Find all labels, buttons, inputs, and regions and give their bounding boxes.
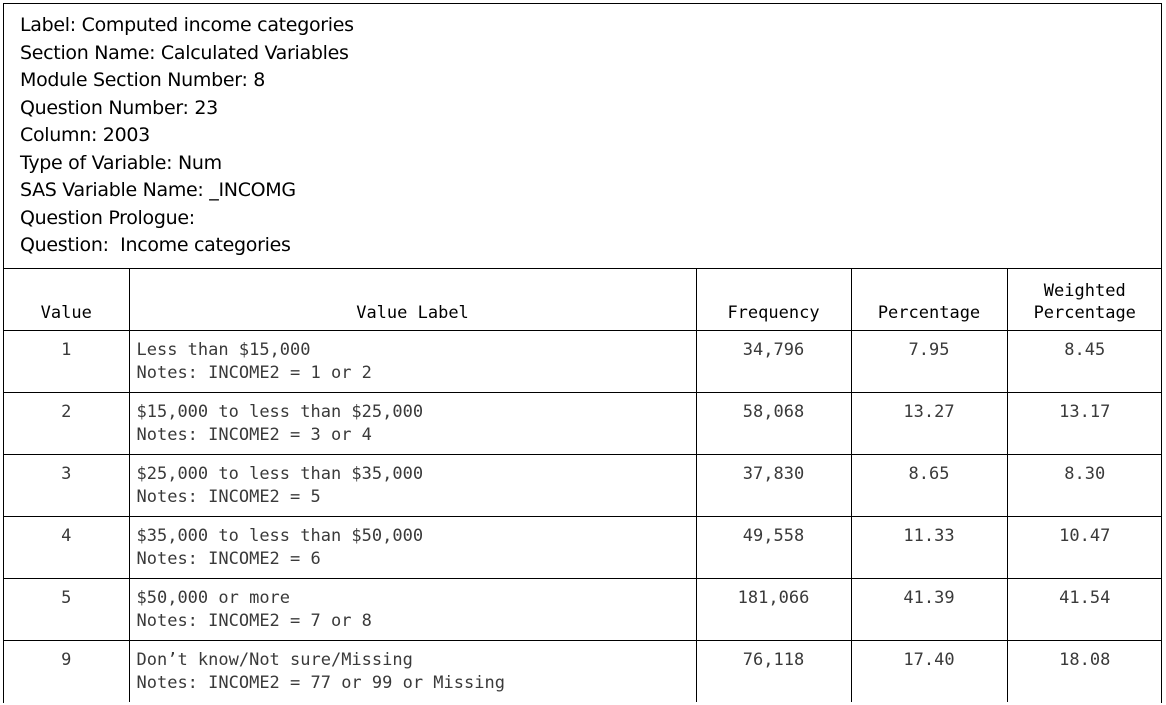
table-row: 5 $50,000 or more Notes: INCOME2 = 7 or 8… bbox=[4, 577, 1162, 641]
cell-percentage: 13.27 bbox=[850, 391, 1008, 455]
cell-percentage: 41.39 bbox=[850, 577, 1008, 641]
cell-value: 3 bbox=[4, 453, 130, 517]
cell-percentage: 11.33 bbox=[850, 515, 1008, 579]
cell-value: 4 bbox=[4, 515, 130, 579]
table-row: 1 Less than $15,000 Notes: INCOME2 = 1 or… bbox=[4, 329, 1162, 393]
cell-frequency: 76,118 bbox=[695, 639, 852, 702]
header-weighted-line1: Weighted bbox=[1043, 280, 1126, 301]
label-notes: Notes: INCOME2 = 77 or 99 or Missing bbox=[136, 672, 505, 693]
cell-value-label: $25,000 to less than $35,000 Notes: INCOM… bbox=[128, 453, 697, 517]
cell-value-label: $35,000 to less than $50,000 Notes: INCOM… bbox=[128, 515, 697, 579]
type-of-variable-line: Type of Variable: Num bbox=[20, 151, 222, 174]
cell-frequency: 49,558 bbox=[695, 515, 852, 579]
header-value: Value bbox=[4, 269, 130, 331]
cell-weighted-percentage: 8.30 bbox=[1006, 453, 1162, 517]
table-row: 9 Don’t know/Not sure/Missing Notes: INCO… bbox=[4, 639, 1162, 702]
table-row: 2 $15,000 to less than $25,000 Notes: INC… bbox=[4, 391, 1162, 455]
cell-value-label: Less than $15,000 Notes: INCOME2 = 1 or 2 bbox=[128, 329, 697, 393]
cell-weighted-percentage: 41.54 bbox=[1006, 577, 1162, 641]
label-text: $35,000 to less than $50,000 bbox=[136, 525, 424, 546]
cell-percentage: 17.40 bbox=[850, 639, 1008, 702]
codebook-frame: Label: Computed income categories Sectio… bbox=[3, 3, 1162, 703]
cell-frequency: 34,796 bbox=[695, 329, 852, 393]
cell-weighted-percentage: 18.08 bbox=[1006, 639, 1162, 702]
question-line: Question: Income categories bbox=[20, 234, 291, 256]
label-text: Less than $15,000 bbox=[136, 339, 311, 360]
table-header-row: Value Value Label Frequency Percentage W… bbox=[4, 269, 1162, 331]
module-section-number-line: Module Section Number: 8 bbox=[20, 69, 266, 91]
question-number-line: Question Number: 23 bbox=[20, 96, 218, 119]
cell-value-label: $15,000 to less than $25,000 Notes: INCOM… bbox=[128, 391, 697, 455]
label-notes: Notes: INCOME2 = 5 bbox=[136, 486, 321, 507]
label-text: $50,000 or more bbox=[136, 587, 291, 608]
column-line: Column: 2003 bbox=[20, 124, 150, 146]
cell-weighted-percentage: 13.17 bbox=[1006, 391, 1162, 455]
cell-value: 5 bbox=[4, 577, 130, 641]
variable-metadata: Label: Computed income categories Sectio… bbox=[4, 4, 1161, 269]
section-name-line: Section Name: Calculated Variables bbox=[20, 41, 349, 64]
header-frequency: Frequency bbox=[695, 269, 852, 331]
header-percentage: Percentage bbox=[850, 269, 1008, 331]
header-weighted-line2: Percentage bbox=[1033, 302, 1136, 323]
label-notes: Notes: INCOME2 = 6 bbox=[136, 548, 321, 569]
cell-percentage: 8.65 bbox=[850, 453, 1008, 517]
cell-frequency: 37,830 bbox=[695, 453, 852, 517]
cell-value-label: Don’t know/Not sure/Missing Notes: INCOME… bbox=[128, 639, 697, 702]
label-notes: Notes: INCOME2 = 1 or 2 bbox=[136, 362, 372, 383]
cell-value-label: $50,000 or more Notes: INCOME2 = 7 or 8 bbox=[128, 577, 697, 641]
header-weighted-percentage: Weighted Percentage bbox=[1006, 269, 1162, 331]
label-text: $15,000 to less than $25,000 bbox=[136, 401, 424, 422]
cell-percentage: 7.95 bbox=[850, 329, 1008, 393]
table-row: 4 $35,000 to less than $50,000 Notes: INC… bbox=[4, 515, 1162, 579]
cell-frequency: 58,068 bbox=[695, 391, 852, 455]
sas-variable-name-line: SAS Variable Name: _INCOMG bbox=[20, 179, 296, 201]
cell-weighted-percentage: 8.45 bbox=[1006, 329, 1162, 393]
frequency-table: Value Value Label Frequency Percentage W… bbox=[4, 269, 1162, 702]
cell-frequency: 181,066 bbox=[695, 577, 852, 641]
label-line: Label: Computed income categories bbox=[20, 14, 354, 36]
label-notes: Notes: INCOME2 = 7 or 8 bbox=[136, 610, 372, 631]
cell-value: 1 bbox=[4, 329, 130, 393]
cell-value: 9 bbox=[4, 639, 130, 702]
header-value-label: Value Label bbox=[128, 269, 697, 331]
table-row: 3 $25,000 to less than $35,000 Notes: INC… bbox=[4, 453, 1162, 517]
question-prologue-line: Question Prologue: bbox=[20, 206, 195, 229]
label-text: $25,000 to less than $35,000 bbox=[136, 463, 424, 484]
label-notes: Notes: INCOME2 = 3 or 4 bbox=[136, 424, 372, 445]
cell-weighted-percentage: 10.47 bbox=[1006, 515, 1162, 579]
cell-value: 2 bbox=[4, 391, 130, 455]
label-text: Don’t know/Not sure/Missing bbox=[136, 649, 413, 670]
